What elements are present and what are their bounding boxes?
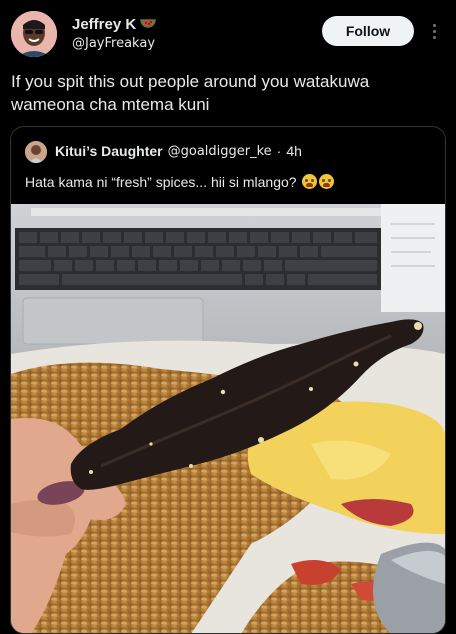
quoted-author-avatar[interactable]: [25, 141, 47, 163]
follow-button[interactable]: Follow: [322, 16, 414, 46]
quoted-author-handle[interactable]: @goaldigger_ke: [168, 144, 272, 159]
quoted-text-row: Hata kama ni “fresh” spices... hii si ml…: [25, 174, 335, 190]
author-name[interactable]: Jeffrey K: [72, 16, 136, 33]
crying-face-icon: [319, 174, 335, 189]
quoted-tweet[interactable]: Kitui’s Daughter @goaldigger_ke · 4h Hat…: [10, 126, 446, 634]
separator-dot: ·: [276, 143, 282, 159]
tweet-text: If you spit this out people around you w…: [11, 72, 370, 114]
crying-face-icon: [302, 174, 318, 189]
quoted-avatar-image: [25, 141, 47, 163]
quoted-text: Hata kama ni “fresh” spices... hii si ml…: [25, 174, 297, 190]
author-avatar[interactable]: [11, 11, 57, 57]
tweet-header: Jeffrey K @JayFreakay Follow: [0, 0, 456, 62]
quoted-timestamp[interactable]: 4h: [286, 143, 302, 159]
author-handle[interactable]: @JayFreakay: [72, 36, 155, 51]
quoted-author-name[interactable]: Kitui’s Daughter: [55, 143, 163, 159]
more-options-icon[interactable]: [424, 18, 444, 44]
quoted-photo[interactable]: [11, 204, 445, 633]
food-photo-image: [11, 204, 445, 633]
author-avatar-image: [11, 11, 57, 57]
watermelon-icon: [140, 18, 156, 28]
